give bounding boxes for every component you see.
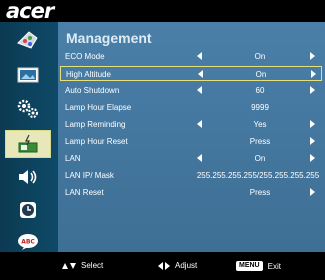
menu-row[interactable]: LAN On <box>60 151 322 166</box>
language-abc-icon: ABC <box>18 234 38 250</box>
right-arrow-icon[interactable] <box>311 70 316 78</box>
menu-row-label: ECO Mode <box>65 52 105 61</box>
right-arrow-icon[interactable] <box>310 120 315 128</box>
menu-row[interactable]: Auto Shutdown 60 <box>60 83 322 98</box>
menu-row-value: On <box>255 70 267 79</box>
right-arrow-icon[interactable] <box>310 154 315 162</box>
select-hint: Select <box>62 261 103 270</box>
menu-row-label: LAN IP/ Mask <box>65 171 114 180</box>
menu-row-value: On <box>254 154 266 163</box>
panel-title: Management <box>66 30 152 46</box>
sidebar-item-color[interactable] <box>11 28 45 52</box>
sidebar: ABC <box>0 22 58 252</box>
menu-row-label: High Altitude <box>66 70 111 79</box>
menu-row-label: LAN Reset <box>65 188 104 197</box>
menu-row[interactable]: LAN IP/ Mask 255.255.255.255/255.255.255.… <box>60 168 322 183</box>
sidebar-item-audio[interactable] <box>11 165 45 189</box>
left-arrow-icon[interactable] <box>197 86 202 94</box>
footer-hints: Select Adjust MENU Exit <box>0 252 325 280</box>
sidebar-item-settings[interactable] <box>11 97 45 121</box>
color-palette-icon <box>17 31 38 49</box>
sidebar-item-timer[interactable] <box>11 198 45 222</box>
menu-row-value: 60 <box>255 86 265 95</box>
left-right-arrows-icon <box>158 261 170 270</box>
lamp-management-icon <box>18 134 38 153</box>
svg-text:ABC: ABC <box>21 239 35 246</box>
menu-row-value: Press <box>249 188 271 197</box>
clock-icon <box>20 202 36 218</box>
exit-label: Exit <box>267 261 281 271</box>
sidebar-item-language[interactable]: ABC <box>11 229 45 253</box>
menu-row-label: LAN <box>65 154 81 163</box>
menu-row[interactable]: Lamp Hour Elapse 9999 <box>60 100 322 115</box>
exit-hint: MENU Exit <box>236 261 281 271</box>
sidebar-item-image[interactable] <box>11 63 45 87</box>
right-arrow-icon[interactable] <box>310 137 315 145</box>
menu-row-label: Lamp Reminding <box>65 120 126 129</box>
menu-row-value: 255.255.255.255/255.255.255.255 <box>196 171 320 180</box>
menu-row-label: Auto Shutdown <box>65 86 120 95</box>
right-arrow-icon[interactable] <box>310 86 315 94</box>
sidebar-item-management[interactable] <box>5 130 51 158</box>
menu-row[interactable]: ECO Mode On <box>60 49 322 64</box>
adjust-label: Adjust <box>175 261 198 270</box>
adjust-hint: Adjust <box>158 261 197 270</box>
left-arrow-icon[interactable] <box>197 154 202 162</box>
menu-row-value: Press <box>249 137 271 146</box>
left-arrow-icon[interactable] <box>197 52 202 60</box>
acer-logo: acer <box>6 0 54 23</box>
menu-row-value: Yes <box>253 120 267 129</box>
settings-gears-icon <box>17 99 38 118</box>
menu-row-value: On <box>254 52 266 61</box>
picture-icon <box>17 67 39 83</box>
left-arrow-icon[interactable] <box>198 70 203 78</box>
management-panel: Management ECO Mode On High Altitude On Auto… <box>58 22 325 252</box>
menu-row[interactable]: Lamp Hour Reset Press <box>60 134 322 149</box>
menu-row-label: Lamp Hour Reset <box>65 137 128 146</box>
menu-row[interactable]: High Altitude On <box>60 66 322 81</box>
menu-row-label: Lamp Hour Elapse <box>65 103 132 112</box>
up-down-arrows-icon <box>62 262 76 269</box>
menu-row[interactable]: LAN Reset Press <box>60 185 322 200</box>
left-arrow-icon[interactable] <box>197 120 202 128</box>
right-arrow-icon[interactable] <box>310 188 315 196</box>
menu-key-icon: MENU <box>236 261 263 271</box>
menu-row[interactable]: Lamp Reminding Yes <box>60 117 322 132</box>
right-arrow-icon[interactable] <box>310 52 315 60</box>
select-label: Select <box>81 261 104 270</box>
menu-row-value: 9999 <box>251 103 269 112</box>
speaker-icon <box>19 170 37 184</box>
